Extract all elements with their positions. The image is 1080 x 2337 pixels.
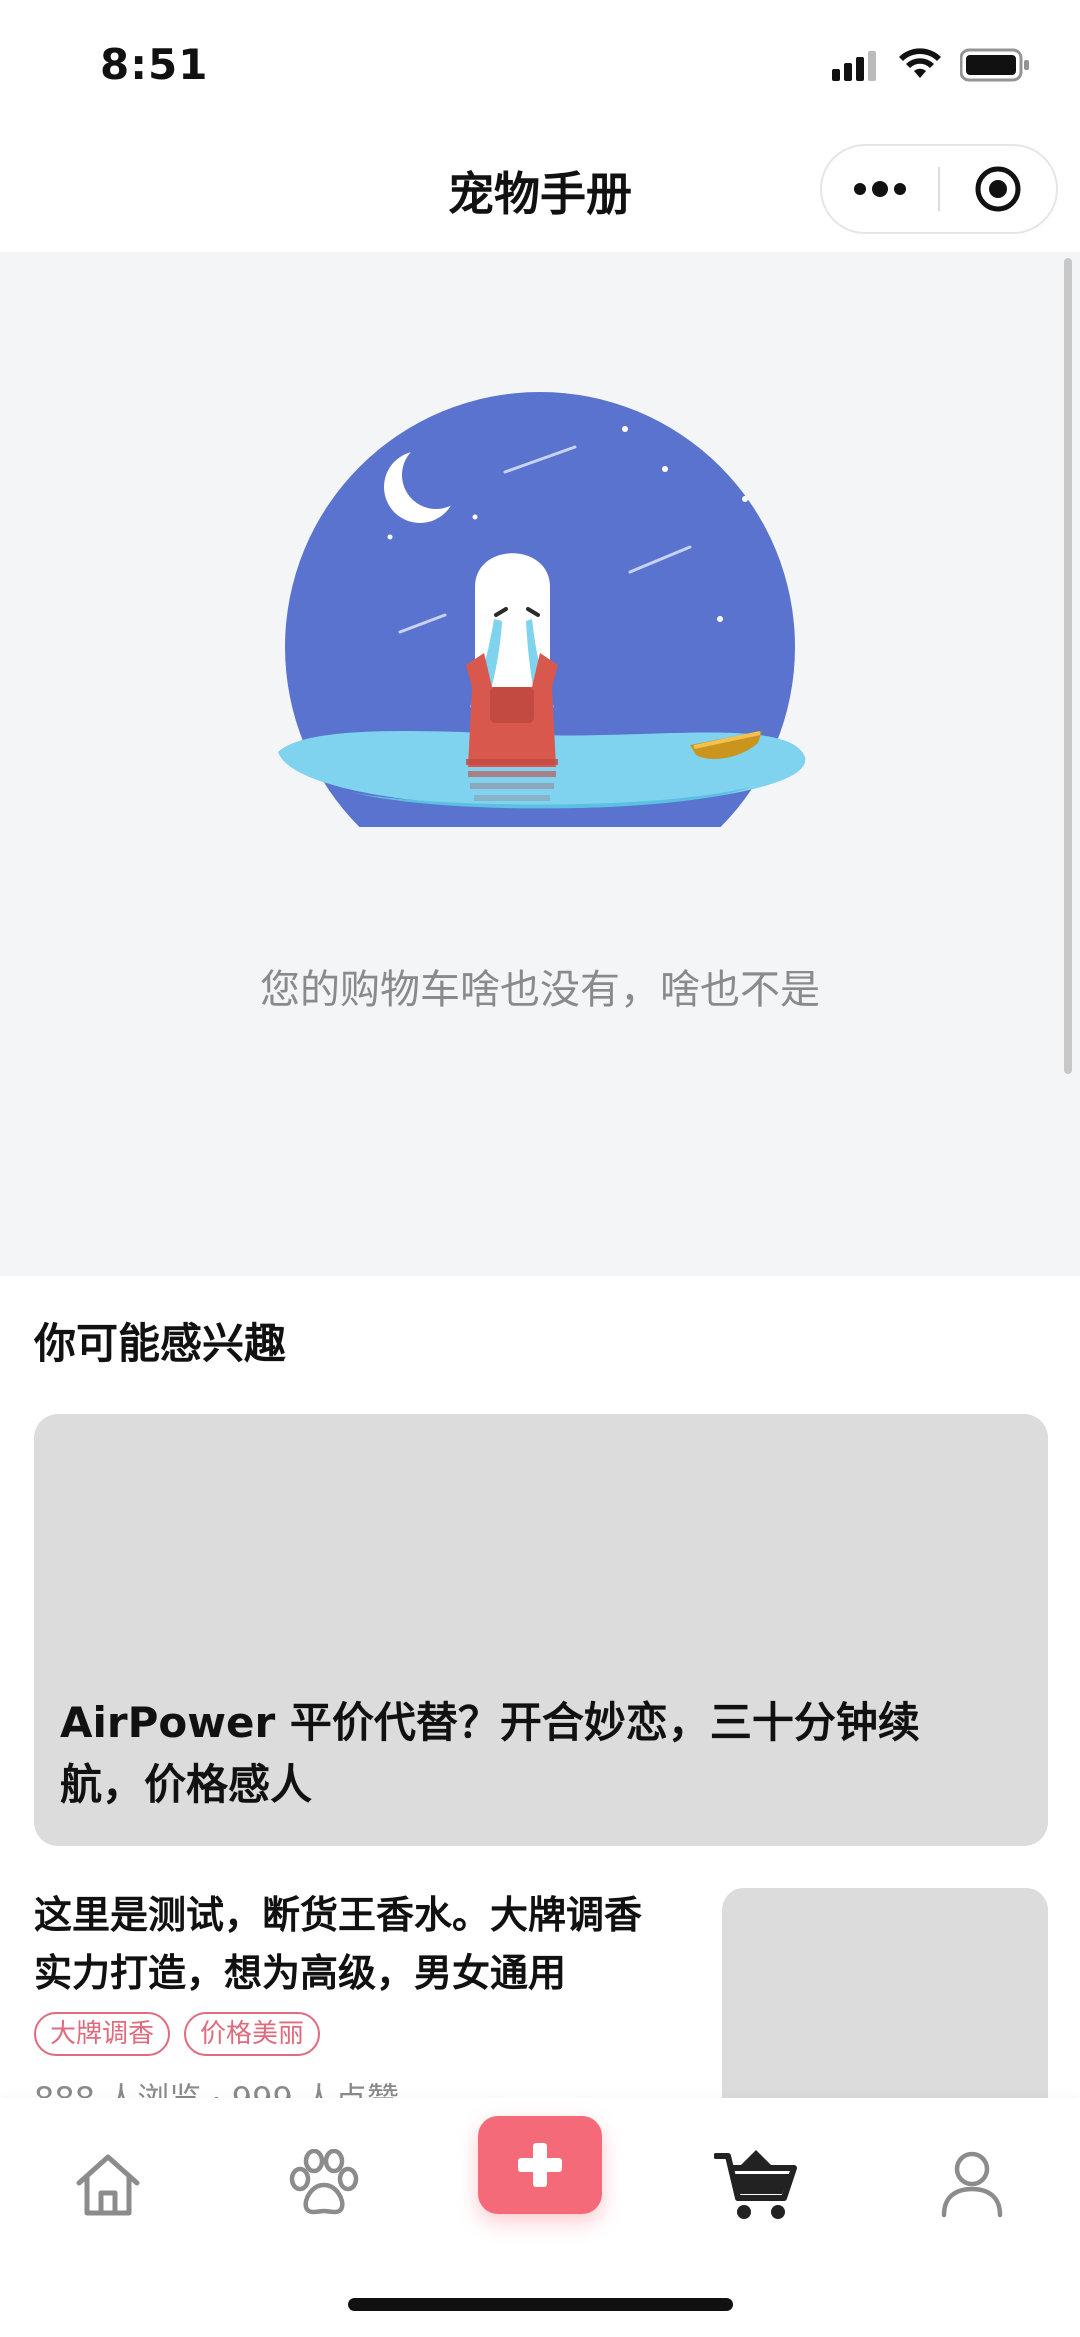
status-icons [832, 48, 1030, 82]
recommend-section-title: 你可能感兴趣 [34, 1319, 287, 1368]
home-icon [76, 2154, 140, 2216]
tab-profile[interactable] [922, 2134, 1022, 2234]
featured-recommend-card[interactable]: AirPower 平价代替？开合妙恋，三十分钟续航，价格感人 [34, 1414, 1048, 1846]
tab-cart[interactable] [706, 2134, 806, 2234]
user-icon [941, 2151, 1003, 2218]
featured-recommend-title: AirPower 平价代替？开合妙恋，三十分钟续航，价格感人 [60, 1698, 920, 1809]
status-time: 8:51 [100, 40, 209, 89]
tab-home[interactable] [58, 2134, 158, 2234]
status-bar: 8:51 [0, 0, 1080, 130]
tag[interactable]: 价格美丽 [184, 2012, 321, 2056]
tag[interactable]: 大牌调香 [34, 2012, 171, 2056]
screen: 8:51 宠物手册 您的购物车啥也没有，啥也不是 你可能感兴趣 AirPower… [0, 0, 1080, 2337]
wifi-icon [899, 48, 941, 78]
empty-cart-message: 您的购物车啥也没有，啥也不是 [260, 967, 820, 1013]
more-dots-icon [854, 181, 906, 197]
plus-icon [518, 2143, 562, 2187]
battery-icon [960, 48, 1029, 82]
nav-bar: 宠物手册 [0, 130, 1080, 252]
paw-icon [289, 2149, 359, 2215]
cart-icon [714, 2150, 797, 2219]
tag-list: 大牌调香 价格美丽 [34, 2012, 321, 2056]
scrollbar[interactable] [1064, 258, 1072, 1074]
list-item[interactable]: 这里是测试，断货王香水。大牌调香实力打造，想为高级，男女通用 大牌调香 价格美丽… [0, 1880, 1080, 2148]
add-button[interactable] [478, 2116, 602, 2214]
target-icon [975, 166, 1021, 212]
more-button[interactable] [822, 146, 938, 232]
empty-cart-area: 您的购物车啥也没有，啥也不是 [0, 252, 1080, 1276]
tab-pets[interactable] [274, 2134, 374, 2234]
close-miniprogram-button[interactable] [940, 146, 1056, 232]
home-indicator[interactable] [348, 2298, 733, 2311]
signal-icon [832, 51, 876, 81]
recommend-item-title: 这里是测试，断货王香水。大牌调香实力打造，想为高级，男女通用 [34, 1893, 643, 1995]
mini-program-capsule [820, 144, 1058, 234]
empty-cart-illustration [278, 392, 806, 827]
